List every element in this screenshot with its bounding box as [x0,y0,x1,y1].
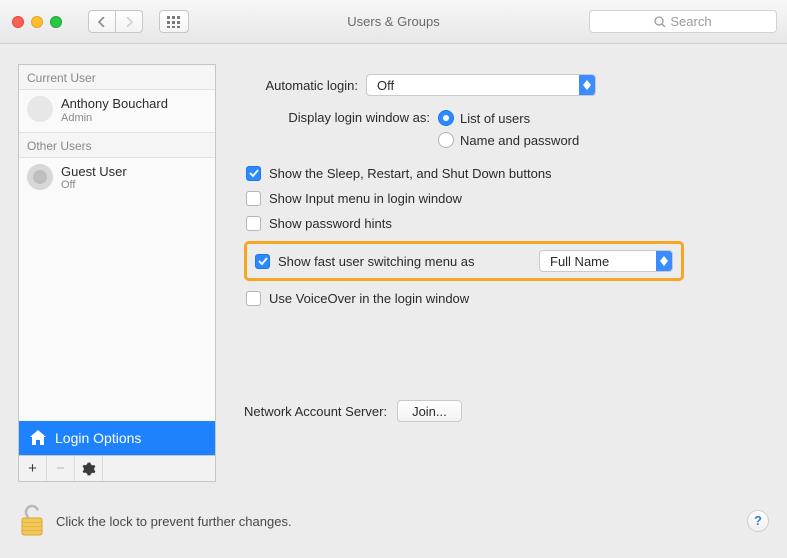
checkbox-icon [246,291,261,306]
home-icon [29,430,47,446]
sidebar-header-other: Other Users [19,132,215,158]
add-user-button[interactable]: + [19,456,47,481]
login-options-pane: Automatic login: Off Display login windo… [230,64,769,482]
sidebar-toolbar: + − [19,455,215,481]
help-icon: ? [754,513,762,528]
footer: Click the lock to prevent further change… [0,492,787,542]
checkbox-icon [246,191,261,206]
search-icon [654,16,666,28]
radio-label: List of users [460,111,530,126]
avatar-icon [27,96,53,122]
cb-label: Use VoiceOver in the login window [269,291,469,306]
radio-icon [438,132,454,148]
sidebar-header-current: Current User [19,65,215,90]
user-role: Admin [61,112,168,124]
fast-user-switch-select[interactable]: Full Name [539,250,673,272]
network-server-row: Network Account Server: Join... [244,400,755,422]
login-options-button[interactable]: Login Options [19,421,215,455]
avatar-icon [27,164,53,190]
highlighted-fast-user-switching: Show fast user switching menu as Full Na… [244,241,684,281]
help-button[interactable]: ? [747,510,769,532]
display-login-radiogroup: List of users Name and password [438,110,579,148]
close-window-button[interactable] [12,16,24,28]
search-input[interactable]: Search [589,10,777,33]
zoom-window-button[interactable] [50,16,62,28]
user-name: Guest User [61,164,127,180]
user-name: Anthony Bouchard [61,96,168,112]
chevron-up-down-icon [579,75,595,95]
titlebar: Users & Groups Search [0,0,787,44]
sidebar-other-user[interactable]: Guest User Off [19,158,215,200]
cb-password-hints[interactable]: Show password hints [244,216,755,231]
join-button-label: Join... [412,404,447,419]
network-server-label: Network Account Server: [244,404,387,419]
cb-input-menu[interactable]: Show Input menu in login window [244,191,755,206]
remove-user-button[interactable]: − [47,456,75,481]
forward-button[interactable] [115,10,143,33]
automatic-login-select[interactable]: Off [366,74,596,96]
radio-name-password[interactable]: Name and password [438,132,579,148]
cb-label: Show password hints [269,216,392,231]
radio-list-of-users[interactable]: List of users [438,110,579,126]
automatic-login-value: Off [367,78,404,93]
back-button[interactable] [88,10,116,33]
automatic-login-label: Automatic login: [244,78,366,93]
cb-sleep-restart[interactable]: Show the Sleep, Restart, and Shut Down b… [244,166,755,181]
prefs-body: Current User Anthony Bouchard Admin Othe… [0,44,787,492]
show-all-prefs-button[interactable] [159,10,189,33]
automatic-login-row: Automatic login: Off [244,74,755,96]
lock-icon[interactable] [18,504,46,538]
checkbox-icon [246,216,261,231]
radio-label: Name and password [460,133,579,148]
cb-voiceover[interactable]: Use VoiceOver in the login window [244,291,755,306]
minimize-window-button[interactable] [31,16,43,28]
checkbox-icon[interactable] [255,254,270,269]
display-login-label: Display login window as: [244,110,438,125]
user-role: Off [61,179,127,191]
user-action-menu[interactable] [75,456,103,481]
join-button[interactable]: Join... [397,400,462,422]
users-sidebar: Current User Anthony Bouchard Admin Othe… [18,64,216,482]
display-login-row: Display login window as: List of users N… [244,110,755,148]
cb-label: Show Input menu in login window [269,191,462,206]
login-options-label: Login Options [55,430,141,446]
checkbox-icon [246,166,261,181]
nav-back-forward [88,10,143,33]
fast-user-switch-value: Full Name [540,254,619,269]
cb-label: Show fast user switching menu as [278,254,475,269]
search-placeholder: Search [670,14,711,29]
cb-label: Show the Sleep, Restart, and Shut Down b… [269,166,552,181]
gear-icon [82,462,96,476]
radio-icon [438,110,454,126]
sidebar-current-user[interactable]: Anthony Bouchard Admin [19,90,215,132]
lock-text: Click the lock to prevent further change… [56,514,292,529]
chevron-up-down-icon [656,251,672,271]
window-traffic-lights [12,16,62,28]
